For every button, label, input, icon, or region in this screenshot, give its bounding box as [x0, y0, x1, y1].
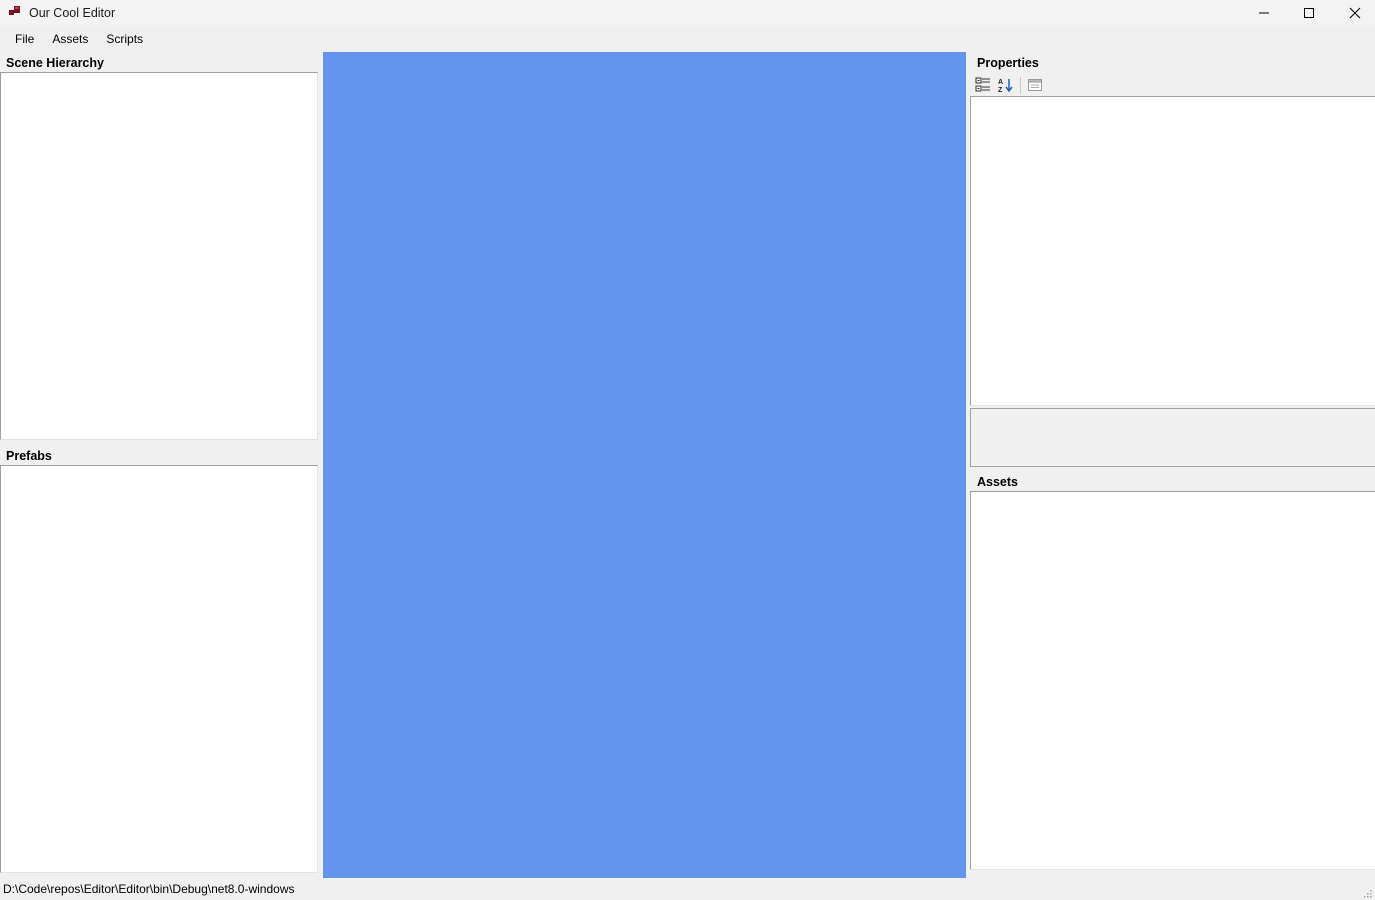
- resize-grip-icon[interactable]: [1362, 888, 1372, 898]
- categorized-icon: [975, 77, 990, 92]
- maximize-button[interactable]: [1286, 0, 1332, 26]
- svg-text:Z: Z: [998, 87, 1003, 93]
- title-bar[interactable]: [0, 0, 1375, 26]
- alphabetical-sort-button[interactable]: A Z: [997, 76, 1015, 94]
- properties-title: Properties: [977, 56, 1039, 70]
- prefabs-title: Prefabs: [6, 449, 52, 463]
- categorized-button[interactable]: [974, 76, 992, 94]
- assets-list[interactable]: [970, 491, 1375, 870]
- scene-hierarchy-title: Scene Hierarchy: [6, 56, 104, 70]
- status-path: D:\Code\repos\Editor\Editor\bin\Debug\ne…: [3, 882, 295, 896]
- prefabs-list[interactable]: [0, 465, 318, 873]
- menu-scripts[interactable]: Scripts: [97, 26, 152, 52]
- assets-title: Assets: [977, 475, 1018, 489]
- property-pages-button[interactable]: [1026, 76, 1044, 94]
- toolbar-separator: [1020, 77, 1021, 94]
- menu-assets[interactable]: Assets: [43, 26, 97, 52]
- minimize-button[interactable]: [1241, 0, 1287, 26]
- maximize-icon: [1304, 8, 1314, 18]
- menu-bar: File Assets Scripts: [0, 26, 1375, 52]
- window-title: Our Cool Editor: [29, 6, 116, 20]
- alphabetical-sort-icon: A Z: [998, 79, 1013, 93]
- scene-hierarchy-tree[interactable]: [0, 72, 318, 440]
- property-grid[interactable]: [970, 96, 1375, 406]
- property-description-panel: [970, 408, 1375, 467]
- app-icon: [9, 6, 20, 15]
- close-button[interactable]: [1332, 0, 1375, 26]
- property-pages-icon: [1028, 79, 1042, 91]
- minimize-icon: [1259, 12, 1269, 14]
- menu-file[interactable]: File: [6, 26, 43, 52]
- close-icon: [1349, 7, 1361, 19]
- scene-viewport[interactable]: [323, 52, 966, 878]
- svg-text:A: A: [998, 79, 1003, 86]
